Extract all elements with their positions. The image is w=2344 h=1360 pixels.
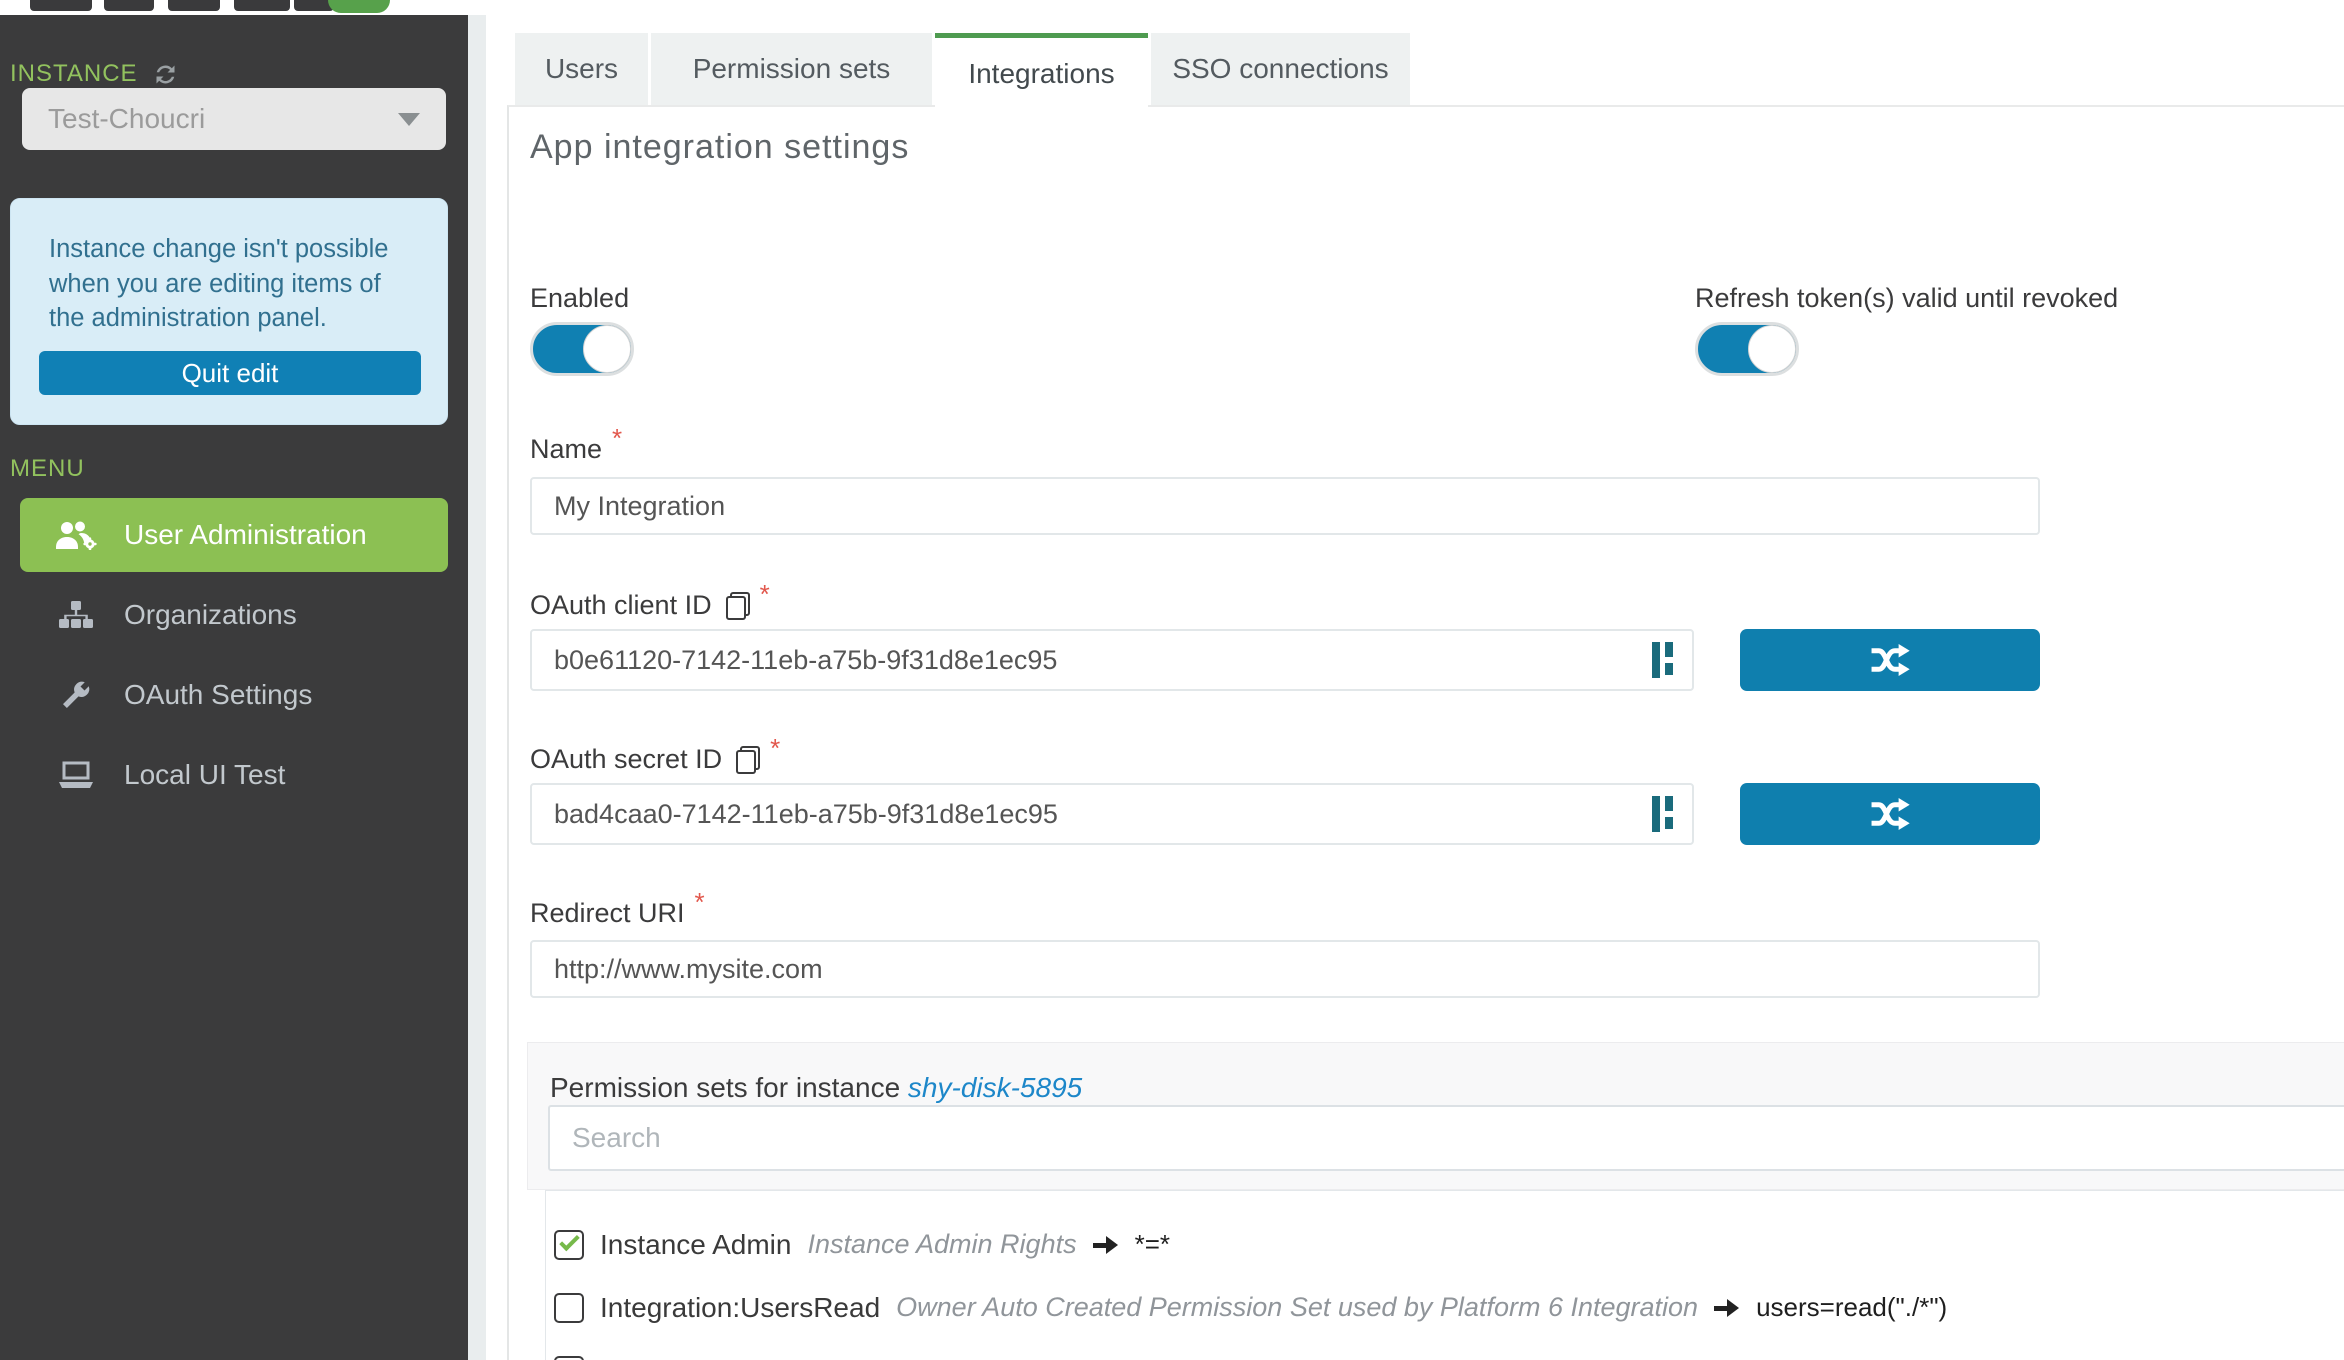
app-root: INSTANCE Test-Choucri Instance change is…: [0, 0, 2344, 1360]
sidebar-item-label: Local UI Test: [124, 759, 285, 791]
heading-text: Permission sets for instance: [550, 1072, 900, 1103]
shuffle-icon: [1869, 798, 1911, 830]
oauth-secret-id-label: OAuth secret ID *: [530, 744, 780, 775]
permission-sets-list: Instance Admin Instance Admin Rights *=*…: [545, 1190, 2344, 1360]
users-gear-icon: [54, 520, 98, 550]
label-text: OAuth client ID: [530, 590, 712, 621]
shuffle-icon: [1869, 644, 1911, 676]
sidebar-item-local-ui-test[interactable]: Local UI Test: [20, 738, 448, 812]
permission-search-input[interactable]: [548, 1105, 2344, 1171]
permission-row: Integration:UsersRead Owner Auto Created…: [546, 1276, 2344, 1339]
tab-users[interactable]: Users: [515, 33, 648, 105]
required-marker: *: [612, 428, 622, 448]
label-text: Name: [530, 434, 602, 465]
sidebar-item-label: User Administration: [124, 519, 367, 551]
required-marker: *: [695, 892, 705, 912]
checkmark-icon: [559, 1230, 580, 1251]
required-marker: *: [760, 584, 770, 604]
refresh-instances-icon[interactable]: [152, 61, 179, 88]
oauth-secret-id-input[interactable]: [530, 783, 1694, 845]
name-input[interactable]: [530, 477, 2040, 535]
logo-green-circle: [328, 0, 390, 13]
tab-permission-sets[interactable]: Permission sets: [651, 33, 932, 105]
sidebar-item-label: OAuth Settings: [124, 679, 312, 711]
oauth-client-id-label: OAuth client ID *: [530, 590, 770, 621]
logo-letter-fragment: [30, 0, 92, 11]
sitemap-icon: [54, 601, 98, 629]
redirect-uri-label: Redirect URI*: [530, 898, 705, 929]
tab-label: Permission sets: [693, 53, 891, 85]
checkbox-unchecked[interactable]: [554, 1356, 584, 1360]
name-label: Name*: [530, 434, 622, 465]
tab-label: Users: [545, 53, 618, 85]
permission-name: Instance Admin: [600, 1229, 791, 1261]
permission-sets-heading: Permission sets for instance shy-disk-58…: [550, 1072, 1082, 1104]
refresh-token-toggle[interactable]: [1695, 322, 1799, 376]
edit-mode-notice-text: Instance change isn't possible when you …: [49, 232, 417, 336]
quit-edit-button[interactable]: Quit edit: [39, 351, 421, 395]
instance-select[interactable]: Test-Choucri: [22, 88, 446, 150]
sidebar: INSTANCE Test-Choucri Instance change is…: [0, 15, 468, 1360]
oauth-client-id-input[interactable]: [530, 629, 1694, 691]
chevron-down-icon: [398, 113, 420, 126]
label-text: Redirect URI: [530, 898, 685, 929]
redirect-uri-input[interactable]: [530, 940, 2040, 998]
barcode-icon: [1652, 642, 1673, 678]
permission-name: Integration:UsersWrite: [600, 1355, 878, 1360]
generate-secret-id-button[interactable]: [1740, 783, 2040, 845]
wrench-icon: [54, 680, 98, 710]
logo-letter-fragment: [234, 0, 290, 11]
tab-integrations[interactable]: Integrations: [935, 33, 1148, 109]
tab-sso-connections[interactable]: SSO connections: [1151, 33, 1410, 105]
refresh-token-label: Refresh token(s) valid until revoked: [1695, 283, 2118, 314]
sidebar-item-oauth-settings[interactable]: OAuth Settings: [20, 658, 448, 732]
toggle-knob: [1748, 325, 1796, 373]
permission-name: Integration:UsersRead: [600, 1292, 880, 1324]
sidebar-item-organizations[interactable]: Organizations: [20, 578, 448, 652]
logo-letter-fragment: [104, 0, 154, 11]
barcode-icon: [1652, 796, 1673, 832]
edit-mode-notice: Instance change isn't possible when you …: [10, 198, 448, 425]
instance-section-label: INSTANCE: [10, 60, 179, 88]
arrow-right-icon: [1714, 1299, 1740, 1317]
arrow-right-icon: [1093, 1236, 1119, 1254]
required-marker: *: [770, 738, 780, 758]
enabled-label: Enabled: [530, 283, 629, 314]
label-text: OAuth secret ID: [530, 744, 722, 775]
checkbox-checked[interactable]: [554, 1230, 584, 1260]
tab-label: SSO connections: [1172, 53, 1388, 85]
toggle-knob: [583, 325, 631, 373]
permission-description: Instance Admin Rights: [807, 1229, 1076, 1260]
laptop-icon: [54, 761, 98, 789]
generate-client-id-button[interactable]: [1740, 629, 2040, 691]
sidebar-item-user-administration[interactable]: User Administration: [20, 498, 448, 572]
permission-description: Owner Auto Created Permission Set used b…: [896, 1292, 1698, 1323]
menu-section-label: MENU: [10, 455, 85, 483]
instance-label: INSTANCE: [10, 60, 138, 88]
instance-link[interactable]: shy-disk-5895: [908, 1072, 1082, 1103]
instance-select-value: Test-Choucri: [48, 103, 398, 135]
sidebar-scrollbar[interactable]: [468, 15, 486, 1360]
copy-icon[interactable]: [736, 746, 760, 774]
permission-rights: users=read("./*"): [1756, 1292, 1947, 1323]
permission-rights: *=*: [1135, 1229, 1170, 1260]
permission-row: Instance Admin Instance Admin Rights *=*: [546, 1213, 2344, 1276]
checkbox-unchecked[interactable]: [554, 1293, 584, 1323]
sidebar-item-label: Organizations: [124, 599, 297, 631]
logo-letter-fragment: [168, 0, 220, 11]
tab-label: Integrations: [968, 58, 1114, 90]
copy-icon[interactable]: [726, 592, 750, 620]
page-title: App integration settings: [530, 128, 909, 167]
enabled-toggle[interactable]: [530, 322, 634, 376]
permission-row: Integration:UsersWrite: [546, 1339, 2344, 1360]
